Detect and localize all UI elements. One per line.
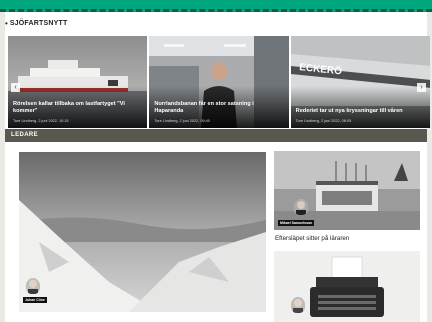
author-avatar (291, 297, 305, 313)
bullet-icon: • (5, 18, 8, 28)
opinion-section-title: LEDARE (11, 132, 39, 138)
news-meta: Tore Lindberg, 2 juni 2022, 08:05 (295, 119, 352, 123)
news-meta: Tore Lindberg, 2 juni 2022, 09:40 (154, 119, 210, 123)
opinion-side-headline[interactable]: Eftersläpet sitter på läraren (275, 235, 349, 242)
building-photo (274, 151, 420, 230)
landscape-photo (19, 152, 266, 312)
news-card[interactable]: Norrlandsbanan får en stor satsning i Ha… (149, 36, 289, 128)
author-name: Mikael Samuelsson (278, 220, 315, 226)
opinion-side-article[interactable]: Mikael Samuelsson (274, 151, 420, 230)
news-section-header[interactable]: • SJÖFARTSNYTT (5, 14, 425, 32)
news-meta: Tore Lindberg, 2 juni 2022, 10:15 (13, 119, 69, 123)
news-card[interactable]: ECKERÖ Rederiet tar ut nya kryssningar t… (290, 36, 430, 128)
chevron-right-icon: › (420, 84, 423, 91)
news-headline[interactable]: Norrlandsbanan får en stor satsning i Ha… (154, 101, 282, 115)
news-carousel: Rörelsen kallar tillbaka om lastfartyget… (8, 36, 430, 128)
chevron-left-icon: ‹ (14, 84, 17, 91)
opinion-section-header[interactable]: LEDARE (5, 129, 427, 142)
news-headline[interactable]: Rörelsen kallar tillbaka om lastfartyget… (13, 101, 141, 115)
news-headline[interactable]: Rederiet tar ut nya kryssningar till vår… (296, 108, 424, 115)
opinion-main-article[interactable]: Johan Cline (19, 152, 266, 312)
news-section-title: SJÖFARTSNYTT (9, 19, 68, 27)
news-card[interactable]: Rörelsen kallar tillbaka om lastfartyget… (8, 36, 148, 128)
top-banner-band (0, 0, 432, 12)
opinion-side-article[interactable] (274, 251, 420, 322)
author-avatar (294, 199, 308, 215)
author-avatar (26, 278, 40, 294)
carousel-next-button[interactable]: › (416, 83, 426, 92)
carousel-prev-button[interactable]: ‹ (11, 83, 20, 92)
author-name: Johan Cline (23, 297, 47, 303)
